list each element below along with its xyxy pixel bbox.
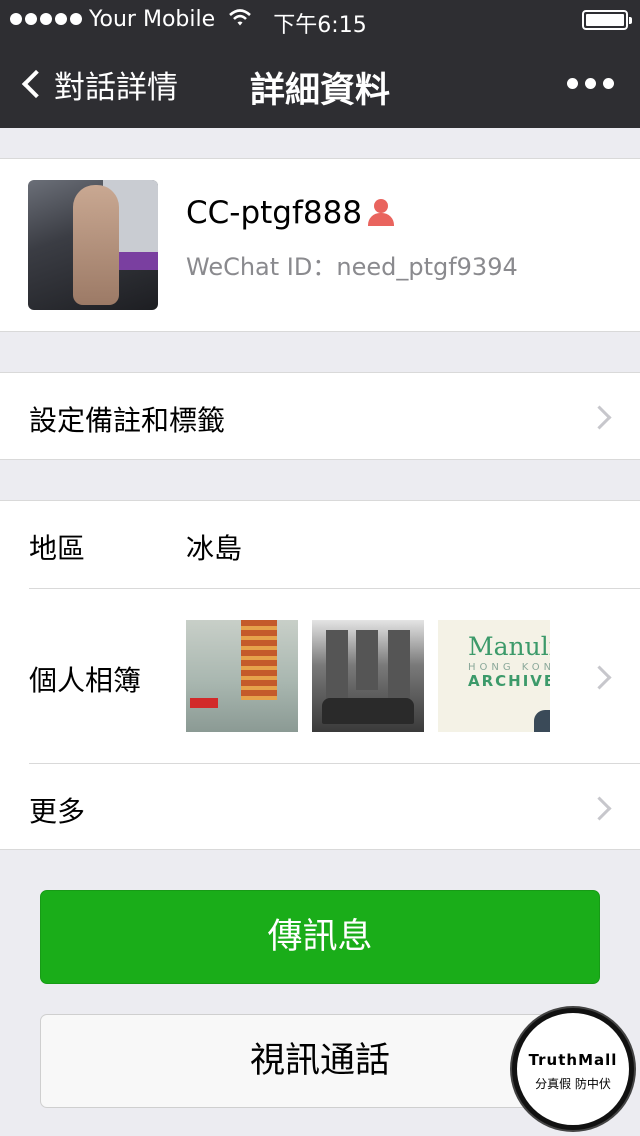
back-button-label: 對話詳情 bbox=[54, 69, 178, 106]
watermark-tagline: 分真假 防中伏 bbox=[535, 1077, 611, 1091]
navigation-bar: 對話詳情 詳細資料 bbox=[0, 40, 640, 128]
back-button[interactable]: 對話詳情 bbox=[18, 60, 178, 108]
chevron-right-icon bbox=[587, 405, 612, 430]
info-section: 地區 冰島 個人相簿 Manulife HONG KONG ARCHIVES 更… bbox=[0, 500, 640, 850]
profile-name: CC-ptgf888 bbox=[186, 195, 363, 231]
album-thumbnail bbox=[312, 620, 424, 732]
album-thumbnail bbox=[186, 620, 298, 732]
more-options-icon[interactable] bbox=[567, 78, 614, 89]
album-thumbnail-text: Manulife bbox=[468, 632, 550, 661]
album-thumbnail: Manulife HONG KONG ARCHIVES bbox=[438, 620, 550, 732]
more-row[interactable]: 更多 bbox=[0, 764, 640, 850]
album-thumbnail-text: ARCHIVES bbox=[468, 672, 550, 690]
profile-card: CC-ptgf888 WeChat ID：need_ptgf9394 bbox=[0, 158, 640, 332]
female-person-icon bbox=[368, 199, 395, 227]
chevron-right-icon bbox=[587, 796, 612, 821]
personal-album-row[interactable]: 個人相簿 Manulife HONG KONG ARCHIVES bbox=[0, 589, 640, 763]
status-time: 下午6:15 bbox=[273, 13, 367, 38]
set-remark-tags-label: 設定備註和標籤 bbox=[29, 404, 226, 437]
region-label: 地區 bbox=[29, 532, 86, 565]
send-message-button[interactable]: 傳訊息 bbox=[40, 890, 600, 984]
watermark-logo: TruthMall 分真假 防中伏 bbox=[512, 1008, 634, 1130]
chevron-left-icon bbox=[21, 69, 51, 99]
chevron-right-icon bbox=[587, 665, 612, 690]
personal-album-label: 個人相簿 bbox=[29, 664, 142, 697]
set-remark-tags-row[interactable]: 設定備註和標籤 bbox=[0, 372, 640, 460]
profile-name-row: CC-ptgf888 bbox=[186, 195, 395, 231]
status-bar: Your Mobile 下午6:15 bbox=[0, 0, 640, 40]
battery-icon bbox=[582, 10, 632, 30]
wechat-id: WeChat ID：need_ptgf9394 bbox=[186, 253, 518, 281]
avatar[interactable] bbox=[28, 180, 158, 310]
region-value: 冰島 bbox=[186, 532, 243, 565]
watermark-brand: TruthMall bbox=[528, 1051, 618, 1069]
more-label: 更多 bbox=[29, 795, 86, 828]
